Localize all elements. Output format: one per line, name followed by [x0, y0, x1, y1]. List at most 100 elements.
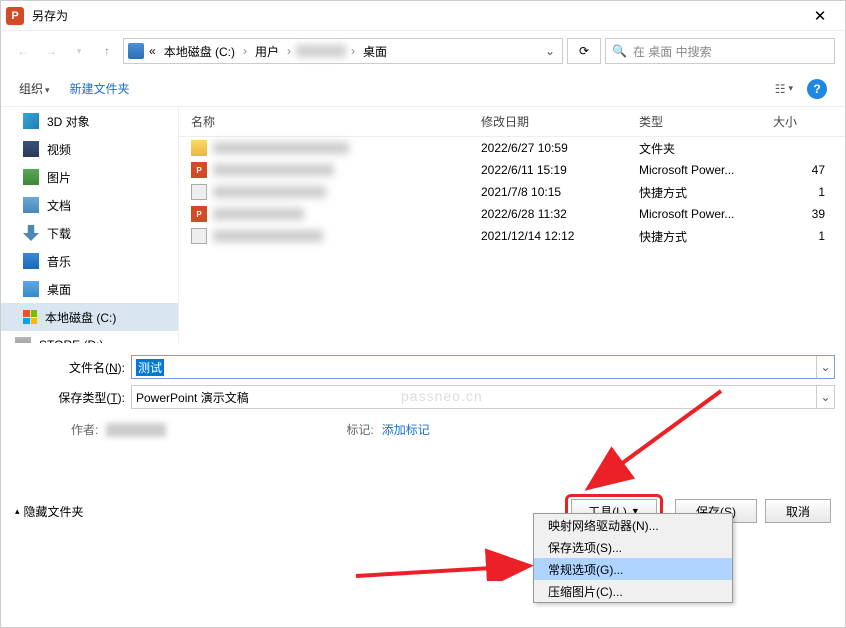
nav-back-icon[interactable]: ← — [11, 39, 35, 63]
filename-input[interactable]: 测试 ⌄ — [131, 355, 835, 379]
hide-folders-button[interactable]: ▴ 隐藏文件夹 — [15, 503, 84, 520]
file-name-blurred — [213, 186, 326, 198]
icn-dsk-icon — [23, 281, 39, 297]
file-icon — [191, 228, 207, 244]
sidebar-item-label: 图片 — [47, 169, 71, 186]
breadcrumb-prefix: « — [146, 44, 159, 58]
file-row[interactable]: P 2022/6/28 11:32Microsoft Power...39 — [179, 203, 845, 225]
author-value-blurred — [106, 423, 166, 437]
sidebar-item[interactable]: 本地磁盘 (C:) — [1, 303, 178, 331]
author-label: 作者: — [71, 421, 98, 438]
sidebar-item-label: 下载 — [47, 225, 71, 242]
sidebar-item[interactable]: 视频 — [1, 135, 178, 163]
menu-item[interactable]: 映射网络驱动器(N)... — [534, 514, 732, 536]
file-date: 2022/6/28 11:32 — [481, 207, 639, 221]
cancel-button[interactable]: 取消 — [765, 499, 831, 523]
search-icon: 🔍 — [612, 44, 627, 58]
icn-pic-icon — [23, 169, 39, 185]
sidebar-item[interactable]: 3D 对象 — [1, 107, 178, 135]
icn-mus-icon — [23, 253, 39, 269]
file-icon: P — [191, 162, 207, 178]
icn-win-icon — [23, 310, 37, 324]
sidebar-item[interactable]: 图片 — [1, 163, 178, 191]
window-title: 另存为 — [32, 7, 800, 24]
icn-3d-icon — [23, 113, 39, 129]
sidebar-item[interactable]: 下载 — [1, 219, 178, 247]
filetype-value: PowerPoint 演示文稿 — [136, 389, 249, 406]
col-name[interactable]: 名称 — [191, 113, 481, 130]
sidebar-item[interactable]: 音乐 — [1, 247, 178, 275]
breadcrumb-part[interactable]: 用户 — [252, 43, 282, 60]
file-type: 快捷方式 — [639, 228, 773, 245]
sidebar-item-label: 本地磁盘 (C:) — [45, 309, 116, 326]
search-input[interactable]: 🔍 在 桌面 中搜索 — [605, 38, 835, 64]
sidebar-item[interactable]: STORE (D:) — [1, 331, 178, 343]
file-icon — [191, 184, 207, 200]
search-placeholder: 在 桌面 中搜索 — [633, 43, 712, 60]
file-name-blurred — [213, 230, 323, 242]
file-name-blurred — [213, 164, 334, 176]
file-size: 1 — [773, 229, 845, 243]
view-options-button[interactable]: ☷ ▾ — [775, 82, 793, 96]
sidebar-item-label: 桌面 — [47, 281, 71, 298]
col-type[interactable]: 类型 — [639, 113, 773, 130]
file-name-blurred — [213, 208, 304, 220]
file-pane: 名称 修改日期 类型 大小 2022/6/27 10:59文件夹P2022/6/… — [179, 107, 845, 343]
sidebar-item-label: 文档 — [47, 197, 71, 214]
col-size[interactable]: 大小 — [773, 113, 845, 130]
file-date: 2021/12/14 12:12 — [481, 229, 639, 243]
sidebar: 3D 对象视频图片文档下载音乐桌面本地磁盘 (C:) STORE (D:) — [1, 107, 179, 343]
tools-menu: 映射网络驱动器(N)...保存选项(S)...常规选项(G)...压缩图片(C)… — [533, 513, 733, 603]
app-icon: P — [6, 7, 24, 25]
breadcrumb-part[interactable]: 本地磁盘 (C:) — [161, 43, 238, 60]
file-date: 2022/6/27 10:59 — [481, 141, 639, 155]
organize-button[interactable]: 组织▾ — [19, 80, 50, 97]
sidebar-item-label: 音乐 — [47, 253, 71, 270]
file-type: 快捷方式 — [639, 184, 773, 201]
filename-value: 测试 — [136, 359, 164, 376]
address-dropdown-icon[interactable]: ⌄ — [542, 44, 558, 58]
breadcrumb-sep: › — [284, 44, 294, 58]
menu-item[interactable]: 常规选项(G)... — [534, 558, 732, 580]
filetype-label: 保存类型(T): — [11, 389, 131, 406]
close-button[interactable]: ✕ — [800, 7, 840, 25]
nav-up-icon[interactable]: ↑ — [95, 39, 119, 63]
refresh-button[interactable]: ⟳ — [567, 38, 601, 64]
icn-drv-icon — [15, 337, 31, 343]
breadcrumb-sep: › — [348, 44, 358, 58]
file-row[interactable]: 2022/6/27 10:59文件夹 — [179, 137, 845, 159]
filetype-dropdown-icon[interactable]: ⌄ — [816, 386, 834, 408]
file-row[interactable]: P2022/6/11 15:19Microsoft Power...47 — [179, 159, 845, 181]
file-row[interactable]: 2021/7/8 10:15快捷方式1 — [179, 181, 845, 203]
sidebar-item[interactable]: 桌面 — [1, 275, 178, 303]
filetype-select[interactable]: PowerPoint 演示文稿 ⌄ — [131, 385, 835, 409]
address-bar[interactable]: « 本地磁盘 (C:) › 用户 › › 桌面 ⌄ — [123, 38, 563, 64]
file-row[interactable]: 2021/12/14 12:12快捷方式1 — [179, 225, 845, 247]
file-date: 2021/7/8 10:15 — [481, 185, 639, 199]
tag-label: 标记: — [346, 421, 373, 438]
filename-dropdown-icon[interactable]: ⌄ — [816, 356, 834, 378]
sidebar-item-label: 3D 对象 — [47, 113, 90, 130]
menu-item[interactable]: 压缩图片(C)... — [534, 580, 732, 602]
file-type: 文件夹 — [639, 140, 773, 157]
file-header: 名称 修改日期 类型 大小 — [179, 107, 845, 137]
tag-value[interactable]: 添加标记 — [382, 421, 430, 438]
file-type: Microsoft Power... — [639, 163, 773, 177]
icn-dl-icon — [23, 225, 39, 241]
breadcrumb-part[interactable]: 桌面 — [360, 43, 390, 60]
triangle-icon: ▴ — [15, 506, 20, 517]
nav-dropdown-icon[interactable]: ▾ — [67, 39, 91, 63]
nav-forward-icon[interactable]: → — [39, 39, 63, 63]
file-icon: P — [191, 206, 207, 222]
file-size: 39 — [773, 207, 845, 221]
pc-icon — [128, 43, 144, 59]
file-size: 47 — [773, 163, 845, 177]
breadcrumb-sep: › — [240, 44, 250, 58]
sidebar-item-label: 视频 — [47, 141, 71, 158]
new-folder-button[interactable]: 新建文件夹 — [70, 80, 130, 97]
sidebar-item[interactable]: 文档 — [1, 191, 178, 219]
file-type: Microsoft Power... — [639, 207, 773, 221]
col-date[interactable]: 修改日期 — [481, 113, 639, 130]
help-icon[interactable]: ? — [807, 79, 827, 99]
menu-item[interactable]: 保存选项(S)... — [534, 536, 732, 558]
